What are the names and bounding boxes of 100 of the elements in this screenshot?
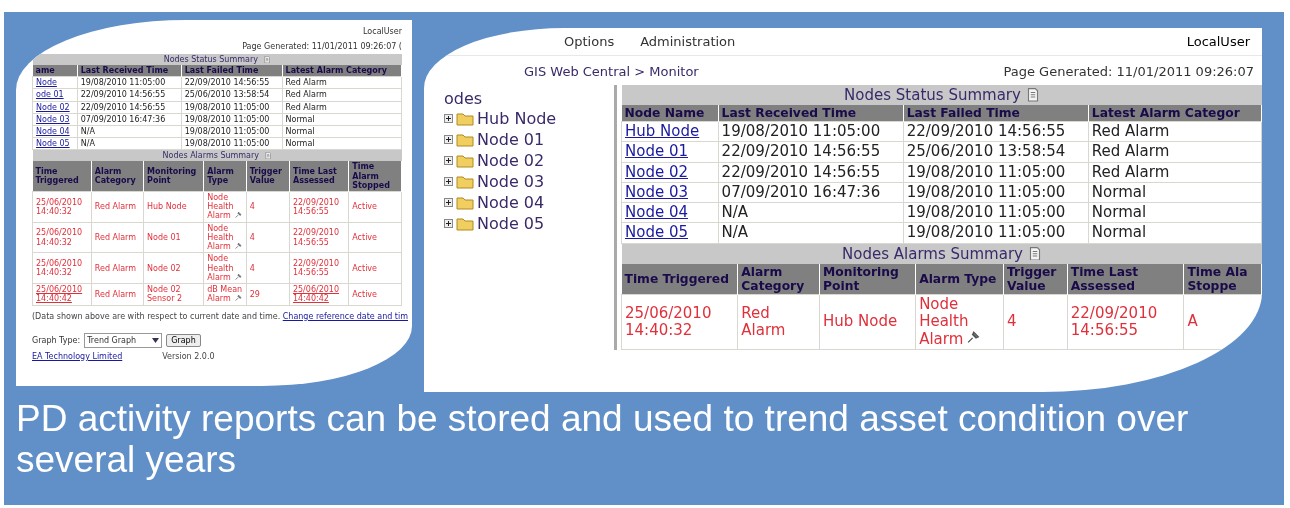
table-cell: 19/08/2010 11:05:00 xyxy=(718,121,904,142)
graph-button[interactable]: Graph xyxy=(166,333,201,347)
table-cell: Node Health Alarm xyxy=(203,191,247,223)
table-cell: dB Mean Alarm xyxy=(203,283,247,306)
pin-icon xyxy=(967,330,981,344)
table-cell: N/A xyxy=(718,222,904,244)
graph-type-label: Graph Type: xyxy=(32,335,81,345)
tree-item[interactable]: Hub Node xyxy=(477,109,557,128)
table-cell: 25/06/2010 14:40:32 xyxy=(621,294,738,350)
table-cell: 22/09/2010 14:56:55 xyxy=(289,191,349,223)
table-cell: 22/09/2010 14:56:55 xyxy=(77,101,182,114)
document-icon[interactable] xyxy=(1028,246,1041,261)
node-link[interactable]: Node 02 xyxy=(621,162,719,183)
tree-item[interactable]: Node 01 xyxy=(477,130,545,149)
tree-item[interactable]: Node 04 xyxy=(477,193,545,212)
table-cell: Red Alarm xyxy=(737,294,820,350)
table-cell: Red Alarm xyxy=(1088,121,1262,142)
column-header: Latest Alarm Category xyxy=(282,65,402,77)
table-cell: Normal xyxy=(1088,222,1262,244)
menu-item[interactable]: Options xyxy=(564,34,615,49)
column-header: Time Last Assessed xyxy=(1067,263,1184,295)
version-text: Version 2.0.0 xyxy=(162,351,215,361)
table-cell: 4 xyxy=(246,222,290,253)
node-link[interactable]: Node 05 xyxy=(621,222,719,244)
table-cell: Node 01 xyxy=(143,222,204,253)
expand-icon[interactable] xyxy=(444,114,453,123)
table-cell: 22/09/2010 14:56:55 xyxy=(718,162,904,183)
node-link[interactable]: Node 03 xyxy=(32,113,78,126)
table-cell: Red Alarm xyxy=(91,252,144,284)
menu-item[interactable]: Administration xyxy=(640,34,736,49)
node-link[interactable]: Node 04 xyxy=(621,202,719,223)
table-cell: Normal xyxy=(1088,202,1262,223)
table-cell: Red Alarm xyxy=(91,283,144,306)
table-cell: Normal xyxy=(282,113,402,126)
table-title: Nodes Status Summary xyxy=(163,55,258,64)
time-link[interactable]: 25/06/2010 14:40:42 xyxy=(32,283,92,306)
change-reference-link[interactable]: Change reference date and tim xyxy=(282,311,408,321)
node-link[interactable]: Node 02 xyxy=(32,101,78,114)
tree-item[interactable]: Node 05 xyxy=(477,214,545,233)
table-cell: Normal xyxy=(282,137,402,150)
table-cell: Active xyxy=(348,191,402,223)
table-cell: N/A xyxy=(718,202,904,223)
column-header: Time Alarm Stopped xyxy=(348,161,402,192)
time-link[interactable]: 25/06/2010 14:40:42 xyxy=(289,283,349,306)
column-header: Trigger Value xyxy=(1003,263,1068,295)
table-cell: Active xyxy=(348,283,402,306)
document-icon[interactable] xyxy=(1026,88,1039,102)
table-cell: 22/09/2010 14:56:55 xyxy=(718,141,904,163)
tree-item[interactable]: Node 03 xyxy=(477,172,545,191)
table-cell: 19/08/2010 11:05:00 xyxy=(903,182,1089,203)
table-cell: 25/06/2010 14:40:32 xyxy=(32,191,92,223)
column-header: ame xyxy=(32,65,78,77)
column-header: Last Failed Time xyxy=(181,65,283,77)
expand-icon[interactable] xyxy=(444,177,453,186)
caret-icon xyxy=(152,337,160,343)
column-header: Latest Alarm Categor xyxy=(1088,105,1262,122)
node-link[interactable]: ode 01 xyxy=(32,88,78,102)
node-link[interactable]: Node 03 xyxy=(621,182,719,203)
pin-icon xyxy=(234,242,242,250)
company-link[interactable]: EA Technology Limited xyxy=(32,351,123,361)
table-cell: 07/09/2010 16:47:36 xyxy=(77,113,182,126)
table-cell: 4 xyxy=(246,252,290,284)
table-cell: A xyxy=(1183,294,1262,350)
expand-icon[interactable] xyxy=(444,219,453,228)
table-cell: 22/09/2010 14:56:55 xyxy=(289,252,349,284)
folder-icon xyxy=(456,216,474,231)
expand-icon[interactable] xyxy=(444,198,453,207)
table-cell: 22/09/2010 14:56:55 xyxy=(289,222,349,253)
node-link[interactable]: Node 05 xyxy=(32,137,78,150)
column-header: Node Name xyxy=(621,105,719,122)
column-header: Alarm Type xyxy=(203,161,247,192)
table-cell: 19/08/2010 11:05:00 xyxy=(903,202,1089,223)
table-cell: 22/09/2010 14:56:55 xyxy=(903,121,1089,142)
tree-item[interactable]: Node 02 xyxy=(477,151,545,170)
table-cell: 29 xyxy=(246,283,290,306)
folder-icon xyxy=(456,174,474,189)
pin-icon xyxy=(234,272,242,280)
table-cell: 25/06/2010 13:58:54 xyxy=(903,141,1089,163)
table-cell: Hub Node xyxy=(143,191,204,223)
node-link[interactable]: Node xyxy=(32,76,78,89)
table-cell: Red Alarm xyxy=(282,88,402,102)
table-cell: Red Alarm xyxy=(282,76,402,89)
table-cell: 07/09/2010 16:47:36 xyxy=(718,182,904,203)
graph-type-select[interactable]: Trend Graph xyxy=(84,332,163,348)
tree-title: odes xyxy=(444,89,483,108)
table-cell: 22/09/2010 14:56:55 xyxy=(1067,294,1184,350)
user-name: LocalUser xyxy=(363,27,402,36)
expand-icon[interactable] xyxy=(444,156,453,165)
table-cell: 19/08/2010 11:05:00 xyxy=(903,162,1089,183)
column-header: Alarm Category xyxy=(737,263,820,295)
table-cell: 19/08/2010 11:05:00 xyxy=(181,101,283,114)
folder-icon xyxy=(456,132,474,147)
node-link[interactable]: Node 04 xyxy=(32,125,78,138)
column-header: Last Received Time xyxy=(77,65,182,77)
node-link[interactable]: Hub Node xyxy=(621,121,719,142)
node-link[interactable]: Node 01 xyxy=(621,141,719,163)
page-generated: Page Generated: 11/01/2011 09:26:07 xyxy=(1003,64,1254,79)
user-name: LocalUser xyxy=(1186,34,1250,49)
column-header: Monitoring Point xyxy=(143,161,204,192)
expand-icon[interactable] xyxy=(444,135,453,144)
